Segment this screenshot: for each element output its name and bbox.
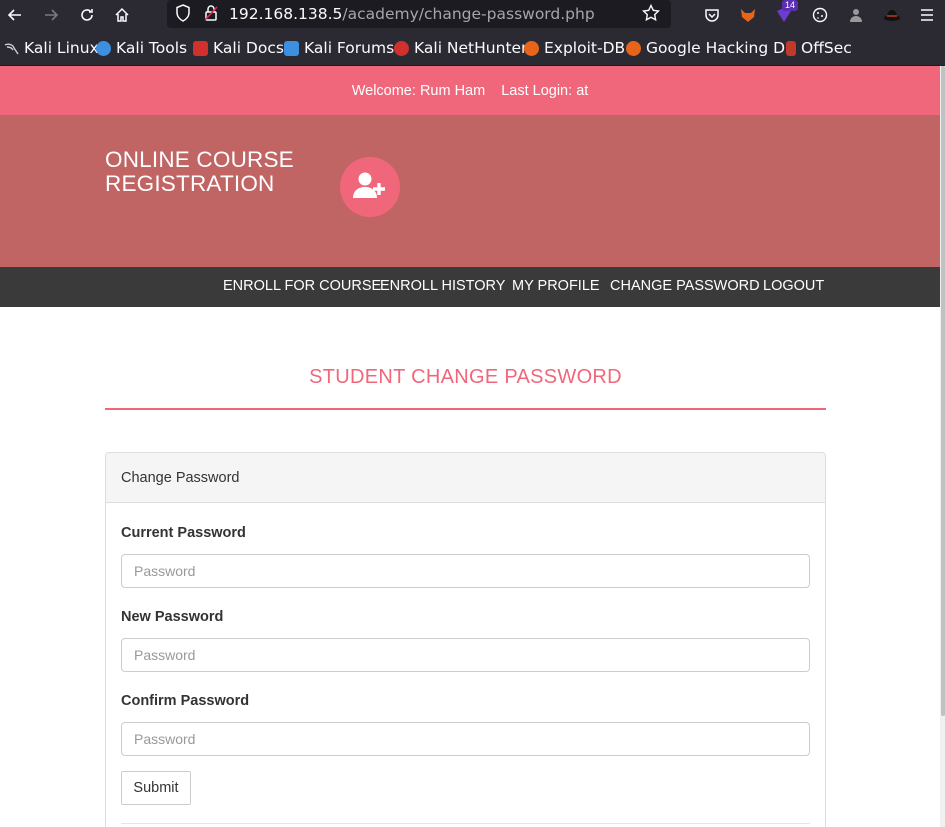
forward-icon[interactable] — [39, 3, 63, 27]
home-icon[interactable] — [110, 3, 134, 27]
page-scrollbar[interactable] — [940, 66, 945, 827]
foxyproxy-icon[interactable] — [738, 5, 758, 25]
submit-button[interactable]: Submit — [121, 771, 191, 805]
user-plus-icon — [353, 171, 387, 204]
url-path: /academy/change-password.php — [342, 5, 595, 23]
kali-nethunter-icon — [394, 40, 409, 56]
hat-extension-icon[interactable] — [882, 5, 902, 25]
bookmark-label: Google Hacking DB — [646, 39, 796, 57]
bookmarks-bar: Kali Linux Kali Tools Kali Docs Kali For… — [0, 30, 945, 66]
bookmark-label: OffSec — [801, 39, 852, 57]
site-title[interactable]: ONLINE COURSE REGISTRATION — [105, 148, 325, 196]
nav-logout[interactable]: LOGOUT — [763, 278, 824, 294]
current-password-label: Current Password — [121, 525, 246, 541]
last-login-text: Last Login: at — [501, 83, 588, 99]
confirm-password-input[interactable] — [121, 722, 810, 756]
url-host: 192.168.138.5 — [229, 5, 343, 23]
nav-enroll-history[interactable]: ENROLL HISTORY — [380, 278, 505, 294]
bookmark-kali-forums[interactable]: Kali Forums — [284, 39, 394, 57]
web-page: Welcome: Rum Ham Last Login: at ONLINE C… — [0, 66, 940, 827]
reload-icon[interactable] — [75, 3, 99, 27]
bookmark-label: Kali NetHunter — [414, 39, 528, 57]
bookmark-kali-docs[interactable]: Kali Docs — [193, 39, 284, 57]
nav-my-profile[interactable]: MY PROFILE — [512, 278, 600, 294]
page-heading: STUDENT CHANGE PASSWORD — [309, 366, 622, 388]
kali-dragon-icon — [4, 41, 19, 56]
current-password-input[interactable] — [121, 554, 810, 588]
kali-forums-icon — [284, 40, 299, 56]
insecure-lock-icon[interactable] — [203, 4, 219, 26]
last-login-label: Last Login: — [501, 82, 573, 99]
url-text: 192.168.138.5/academy/change-password.ph… — [229, 5, 595, 23]
logo — [340, 157, 400, 217]
bookmark-offsec[interactable]: OffSec — [786, 39, 852, 57]
bookmark-exploit-db[interactable]: Exploit-DB — [524, 39, 625, 57]
offsec-icon — [786, 40, 796, 56]
cookie-icon[interactable] — [810, 5, 830, 25]
new-password-input[interactable] — [121, 638, 810, 672]
back-icon[interactable] — [3, 3, 27, 27]
welcome-label: Welcome: — [351, 82, 416, 99]
bookmark-label: Kali Tools — [116, 39, 188, 57]
exploit-db-icon — [524, 40, 539, 56]
pocket-icon[interactable] — [702, 5, 722, 25]
welcome-bar: Welcome: Rum Ham Last Login: at — [0, 66, 940, 115]
nav-enroll-for-course[interactable]: ENROLL FOR COURSE — [223, 278, 381, 294]
user-name: Rum Ham — [419, 82, 486, 99]
panel-title: Change Password — [106, 453, 825, 503]
browser-toolbar: 192.168.138.5/academy/change-password.ph… — [0, 0, 945, 30]
bookmark-kali-linux[interactable]: Kali Linux — [4, 39, 99, 57]
welcome-text: Welcome: Rum Ham — [352, 83, 486, 99]
confirm-password-label: Confirm Password — [121, 693, 250, 709]
google-hacking-db-icon — [626, 40, 641, 56]
panel-divider — [121, 823, 810, 824]
main-nav: ENROLL FOR COURSE ENROLL HISTORY MY PROF… — [0, 267, 940, 307]
change-password-panel: Change Password Current Password New Pas… — [105, 452, 826, 827]
bookmark-google-hacking-db[interactable]: Google Hacking DB — [626, 39, 796, 57]
extension-badge: 14 — [782, 0, 799, 11]
address-bar[interactable]: 192.168.138.5/academy/change-password.ph… — [167, 0, 671, 28]
new-password-label: New Password — [121, 609, 224, 625]
bookmark-kali-tools[interactable]: Kali Tools — [96, 39, 187, 57]
nav-change-password[interactable]: CHANGE PASSWORD — [610, 278, 760, 294]
bookmark-kali-nethunter[interactable]: Kali NetHunter — [394, 39, 527, 57]
heading-divider — [105, 408, 826, 410]
kali-tools-icon — [96, 40, 111, 56]
bookmark-label: Kali Linux — [24, 39, 99, 57]
last-login-value: at — [576, 82, 589, 99]
shield-icon[interactable] — [175, 4, 191, 26]
bookmark-label: Kali Docs — [213, 39, 284, 57]
site-header: ONLINE COURSE REGISTRATION — [0, 115, 940, 267]
kali-docs-icon — [193, 40, 208, 56]
bookmark-star-icon[interactable] — [641, 3, 661, 26]
bookmark-label: Exploit-DB — [544, 39, 626, 57]
menu-icon[interactable] — [917, 5, 937, 25]
bookmark-label: Kali Forums — [304, 39, 395, 57]
scrollbar-thumb[interactable] — [941, 66, 945, 716]
spy-extension-icon[interactable] — [846, 5, 866, 25]
